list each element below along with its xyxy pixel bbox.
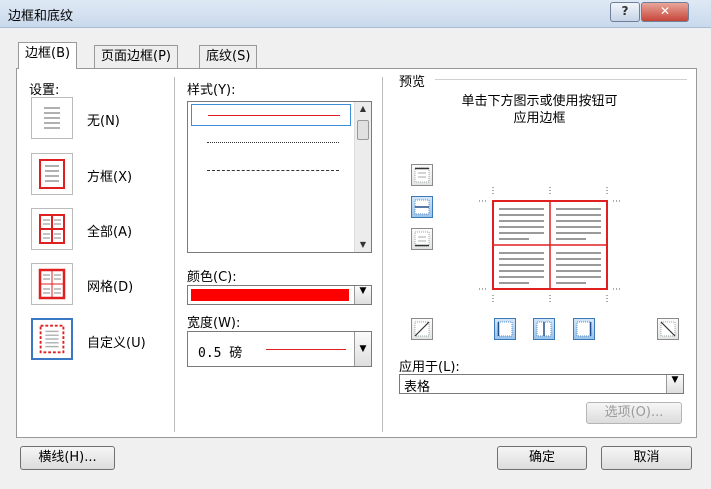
setting-none-label: 无(N) [87, 114, 120, 129]
setting-heading: 设置: [29, 83, 60, 98]
color-heading: 颜色(C): [187, 270, 237, 285]
grid-border-icon [38, 268, 66, 300]
color-swatch [191, 289, 349, 301]
setting-box-option[interactable] [31, 153, 73, 195]
setting-grid-label: 网格(D) [87, 280, 134, 295]
preview-hint-line2: 应用边框 [513, 111, 566, 126]
inside-vertical-border-button[interactable] [533, 318, 555, 340]
setting-all-option[interactable] [31, 208, 73, 250]
style-option-dotted[interactable] [191, 132, 351, 154]
setting-none-option[interactable] [31, 97, 73, 139]
dashed-line-sample [207, 170, 339, 171]
cancel-button[interactable]: 取消 [601, 446, 692, 470]
help-button[interactable]: ? [610, 2, 640, 22]
diagonal-down-border-icon [660, 321, 676, 337]
diagonal-down-border-button[interactable] [411, 318, 433, 340]
horizontal-line-button[interactable]: 横线(H)... [20, 446, 115, 470]
style-scrollbar[interactable]: ▲ ▼ [354, 102, 371, 252]
bottom-border-icon [414, 231, 430, 247]
style-option-dashed-wide[interactable] [191, 188, 351, 210]
dialog-body: 边框(B) 页面边框(P) 底纹(S) 设置: 无(N) 方框(X) 全部(A)… [0, 28, 711, 489]
setting-all-label: 全部(A) [87, 225, 133, 240]
setting-custom-option[interactable] [31, 318, 73, 360]
style-heading: 样式(Y): [187, 83, 236, 98]
borders-tab-panel: 设置: 无(N) 方框(X) 全部(A) 网格(D) 自定义(U) 样式(Y):… [16, 68, 697, 438]
ok-button[interactable]: 确定 [497, 446, 587, 470]
diagonal-up-border-icon [414, 321, 430, 337]
divider [382, 77, 383, 432]
style-option-dash-dot[interactable] [191, 216, 351, 238]
left-border-icon [497, 321, 513, 337]
title-bar: 边框和底纹 ? ✕ [0, 0, 711, 28]
scroll-down-arrow-icon[interactable]: ▼ [355, 238, 371, 252]
all-borders-icon [39, 214, 65, 244]
right-border-icon [576, 321, 592, 337]
color-dropdown-arrow-icon[interactable]: ▼ [354, 286, 371, 304]
width-dropdown-arrow-icon[interactable]: ▼ [354, 332, 371, 366]
scroll-thumb[interactable] [357, 120, 369, 140]
apply-to-value: 表格 [404, 380, 431, 395]
width-heading: 宽度(W): [187, 316, 241, 331]
box-border-icon [39, 159, 65, 189]
preview-heading: 预览 [399, 75, 426, 90]
apply-to-heading: 应用于(L): [399, 360, 460, 375]
inside-horizontal-border-button[interactable] [411, 196, 433, 218]
close-button[interactable]: ✕ [641, 2, 689, 22]
solid-line-sample [208, 115, 340, 116]
setting-custom-label: 自定义(U) [87, 336, 146, 351]
left-border-button[interactable] [494, 318, 516, 340]
width-dropdown[interactable]: 0.5 磅 ▼ [187, 331, 372, 367]
setting-grid-option[interactable] [31, 263, 73, 305]
border-preview-diagram[interactable] [479, 187, 621, 303]
inside-horizontal-border-icon [414, 199, 430, 215]
inside-vertical-border-icon [536, 321, 552, 337]
dotted-line-sample [207, 142, 339, 143]
width-line-sample [266, 349, 346, 350]
apply-to-dropdown-arrow-icon[interactable]: ▼ [666, 375, 683, 393]
setting-box-label: 方框(X) [87, 170, 133, 185]
bottom-border-button[interactable] [411, 228, 433, 250]
preview-heading-rule [435, 79, 687, 80]
none-border-icon [44, 107, 60, 129]
diagonal-up-border-button[interactable] [657, 318, 679, 340]
window-title: 边框和底纹 [8, 9, 74, 24]
scroll-up-arrow-icon[interactable]: ▲ [355, 102, 371, 116]
tab-borders[interactable]: 边框(B) [18, 42, 78, 69]
custom-border-icon [39, 324, 65, 354]
right-border-button[interactable] [573, 318, 595, 340]
options-button[interactable]: 选项(O)... [586, 402, 682, 424]
tab-page-borders[interactable]: 页面边框(P) [94, 45, 178, 68]
style-option-dashed[interactable] [191, 160, 351, 182]
preview-group: 预览 单击下方图示或使用按钮可 应用边框 应用于(L): 表格 ▼ 选项(O).… [387, 71, 692, 434]
divider [174, 77, 175, 432]
top-border-button[interactable] [411, 164, 433, 186]
tab-shading[interactable]: 底纹(S) [199, 45, 258, 68]
apply-to-dropdown[interactable]: 表格 ▼ [399, 374, 684, 395]
color-dropdown[interactable]: ▼ [187, 285, 372, 305]
style-listbox[interactable]: ▲ ▼ [187, 101, 372, 253]
style-option-solid[interactable] [191, 104, 351, 126]
top-border-icon [414, 167, 430, 183]
width-value: 0.5 磅 [198, 346, 243, 361]
